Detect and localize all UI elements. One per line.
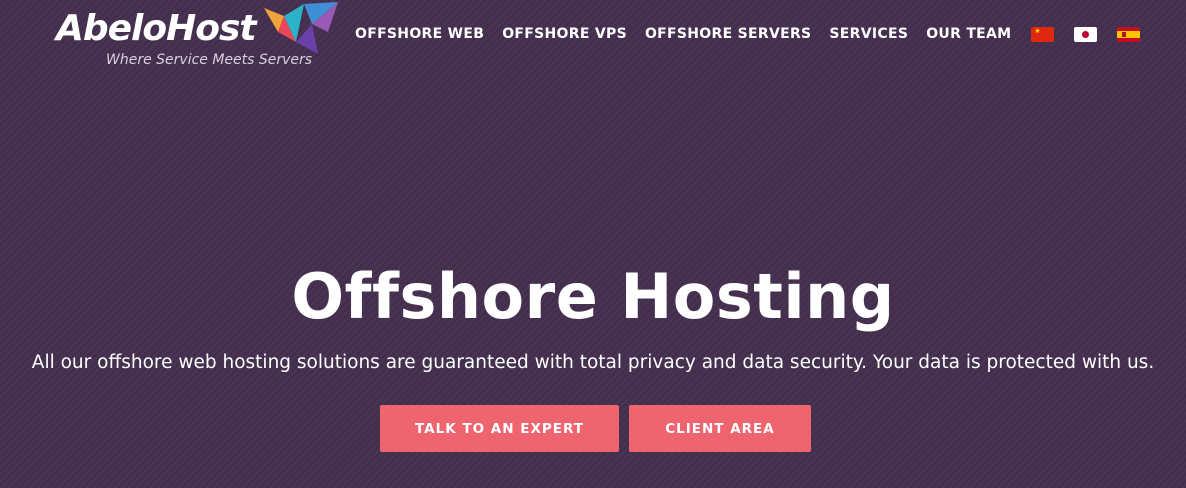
talk-to-expert-button[interactable]: TALK TO AN EXPERT	[380, 405, 619, 452]
china-flag-icon[interactable]: ★	[1031, 26, 1055, 42]
nav-our-team[interactable]: OUR TEAM	[926, 26, 1011, 42]
nav-offshore-vps[interactable]: OFFSHORE VPS	[502, 26, 627, 42]
nav-services[interactable]: SERVICES	[829, 26, 908, 42]
brand-logo[interactable]: AbeloHost Where Service Meets Servers	[56, 2, 341, 72]
main-nav: OFFSHORE WEB OFFSHORE VPS OFFSHORE SERVE…	[355, 24, 1158, 44]
client-area-button[interactable]: CLIENT AREA	[629, 405, 811, 452]
nav-offshore-servers[interactable]: OFFSHORE SERVERS	[645, 26, 811, 42]
hero-subtitle: All our offshore web hosting solutions a…	[31, 352, 1155, 373]
spain-flag-icon[interactable]	[1117, 26, 1141, 42]
brand-tagline: Where Service Meets Servers	[106, 52, 313, 68]
hero-title: Offshore Hosting	[291, 260, 895, 333]
brand-name: AbeloHost	[56, 8, 257, 49]
nav-offshore-web[interactable]: OFFSHORE WEB	[355, 26, 484, 42]
bird-logo-icon	[264, 2, 338, 54]
japan-flag-icon[interactable]	[1074, 26, 1098, 42]
